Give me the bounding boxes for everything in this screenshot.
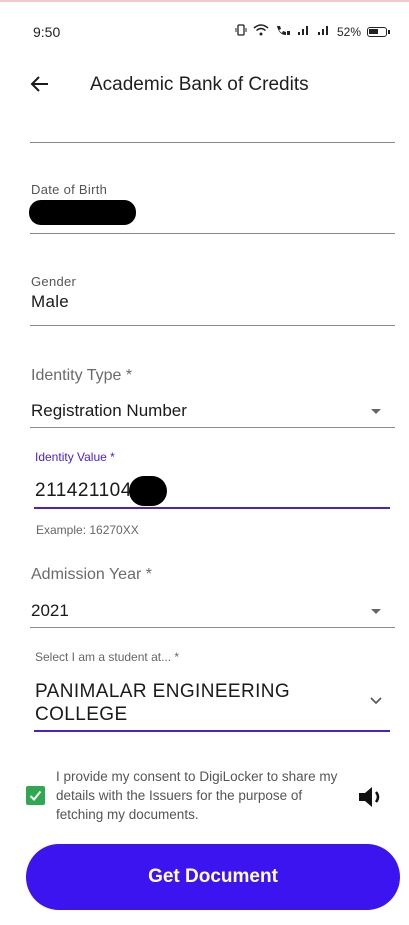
admission-year-select[interactable]: 2021 [30,595,395,628]
signal-icon [297,24,311,39]
status-time: 9:50 [33,24,61,40]
identity-value-redaction [129,476,167,506]
vibrate-icon [235,24,247,39]
dob-divider [30,233,395,234]
speaker-icon[interactable] [357,784,385,810]
battery-percent: 52% [336,24,361,39]
page-title: Academic Bank of Credits [90,74,309,95]
admission-year-value: 2021 [31,601,69,620]
consent-checkbox[interactable] [26,786,45,805]
check-icon [29,790,42,801]
dob-label: Date of Birth [31,182,108,197]
identity-type-value: Registration Number [31,401,187,420]
college-value: PANIMALAR ENGINEERING COLLEGE [35,681,291,725]
admission-year-label: Admission Year * [31,566,152,583]
chevron-down-icon [367,692,385,710]
college-select[interactable]: PANIMALAR ENGINEERING COLLEGE [34,676,390,730]
wifi-icon [253,24,269,39]
status-bar: 9:50 52% [0,2,409,54]
identity-value-input[interactable]: 211421104 [34,470,390,508]
gender-value: Male [31,292,70,311]
battery-icon [367,26,390,37]
caret-down-icon [371,609,381,614]
gender-label: Gender [31,274,77,289]
identity-value-underline [34,507,390,509]
identity-type-label: Identity Type * [31,367,133,384]
signal-icon [317,24,331,39]
caret-down-icon [371,409,381,414]
identity-value-label: Identity Value * [35,450,115,464]
consent-text: I provide my consent to DigiLocker to sh… [56,769,338,822]
call-icon [275,24,291,39]
identity-type-select[interactable]: Registration Number [30,395,395,428]
app-header: Academic Bank of Credits [0,60,409,112]
admission-year-divider [30,627,395,628]
field-divider [30,142,395,143]
dob-redaction [29,200,136,225]
college-underline [34,730,390,732]
status-icons: 52% [235,24,390,39]
identity-type-divider [30,427,395,428]
arrow-left-icon[interactable] [28,72,52,96]
gender-divider [30,325,395,326]
identity-value-text: 211421104 [35,480,132,501]
identity-value-hint: Example: 16270XX [36,523,139,537]
get-document-button[interactable]: Get Document [26,844,400,910]
college-label: Select I am a student at... * [35,650,180,664]
